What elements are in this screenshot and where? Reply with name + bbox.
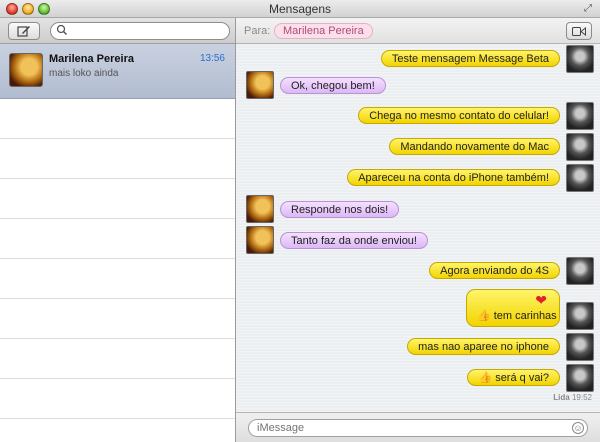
message-row: Tanto faz da onde enviou! — [236, 226, 600, 258]
message-bubble: Responde nos dois! — [280, 201, 400, 218]
recipient-chip[interactable]: Marilena Pereira — [274, 23, 373, 39]
my-avatar — [566, 302, 594, 330]
message-bubble: Ok, chegou bem! — [280, 77, 386, 94]
message-row: Chega no mesmo contato do celular! — [236, 102, 600, 134]
heart-emoji-icon: ❤ — [535, 292, 547, 308]
search-input[interactable] — [50, 22, 230, 40]
message-text: será q vai? — [495, 372, 549, 384]
avatar — [9, 53, 43, 87]
message-bubble: Agora enviando do 4S — [429, 262, 560, 279]
my-avatar — [566, 257, 594, 285]
message-row: Responde nos dois! — [236, 195, 600, 227]
conversation-time: 13:56 — [199, 53, 225, 64]
message-row: Agora enviando do 4S — [236, 257, 600, 289]
to-label: Para: — [244, 25, 271, 37]
thumbs-up-emoji-icon: 👍 — [478, 372, 493, 384]
empty-list-row — [0, 139, 235, 179]
thumbs-up-emoji-icon: 👍 — [477, 310, 491, 322]
message-input[interactable] — [248, 419, 588, 437]
my-avatar — [566, 333, 594, 361]
message-bubble: ❤ 👍 tem carinhas — [466, 289, 560, 327]
message-bubble: Tanto faz da onde enviou! — [280, 232, 428, 249]
message-bubble: 👍 será q vai? — [467, 369, 560, 386]
chat-pane: Para: Marilena Pereira Teste mensagem Me… — [236, 18, 600, 442]
empty-list-row — [0, 299, 235, 339]
empty-list-row — [0, 99, 235, 139]
read-receipt: Lida 19:52 — [553, 393, 592, 402]
message-row: mas nao aparee no iphone — [236, 333, 600, 365]
empty-list-row — [0, 259, 235, 299]
conversation-name: Marilena Pereira — [49, 53, 134, 65]
contact-avatar — [246, 195, 274, 223]
my-avatar — [566, 133, 594, 161]
message-bubble: mas nao aparee no iphone — [407, 338, 560, 355]
read-label: Lida — [553, 393, 570, 402]
conversation-item[interactable]: Marilena Pereira 13:56 mais loko ainda — [0, 44, 235, 99]
empty-list-row — [0, 379, 235, 419]
message-row: Apareceu na conta do iPhone também! — [236, 164, 600, 196]
emoji-picker-icon[interactable]: ☺ — [572, 422, 584, 434]
my-avatar — [566, 102, 594, 130]
chat-header: Para: Marilena Pereira — [236, 18, 600, 44]
read-time: 19:52 — [571, 393, 592, 402]
input-bar: ☺ — [236, 412, 600, 442]
message-bubble: Teste mensagem Message Beta — [380, 50, 560, 67]
video-camera-icon — [572, 26, 586, 36]
conversation-preview: mais loko ainda — [49, 68, 119, 79]
sidebar-toolbar — [0, 18, 235, 44]
my-avatar — [566, 164, 594, 192]
compose-icon — [17, 26, 30, 37]
message-bubble: Mandando novamente do Mac — [389, 138, 560, 155]
title-bar: Mensagens ⤢ — [0, 0, 600, 18]
message-row: ❤ 👍 tem carinhas — [236, 289, 600, 331]
video-call-button[interactable] — [566, 22, 592, 40]
message-row: Mandando novamente do Mac — [236, 133, 600, 165]
empty-list-row — [0, 179, 235, 219]
contact-avatar — [246, 71, 274, 99]
compose-button[interactable] — [8, 22, 40, 40]
message-row: Ok, chegou bem! — [236, 71, 600, 103]
window-title: Mensagens — [268, 2, 332, 16]
empty-list-row — [0, 339, 235, 379]
message-bubble: Chega no mesmo contato do celular! — [358, 107, 560, 124]
message-text: tem carinhas — [493, 310, 557, 322]
my-avatar — [566, 45, 594, 73]
contact-avatar — [246, 226, 274, 254]
empty-list-row — [0, 219, 235, 259]
fullscreen-icon[interactable]: ⤢ — [584, 3, 595, 14]
my-avatar — [566, 364, 594, 392]
message-bubble: Apareceu na conta do iPhone também! — [347, 169, 560, 186]
conversation-sidebar: Marilena Pereira 13:56 mais loko ainda — [0, 18, 236, 442]
message-row: 👍 será q vai? — [236, 364, 600, 396]
